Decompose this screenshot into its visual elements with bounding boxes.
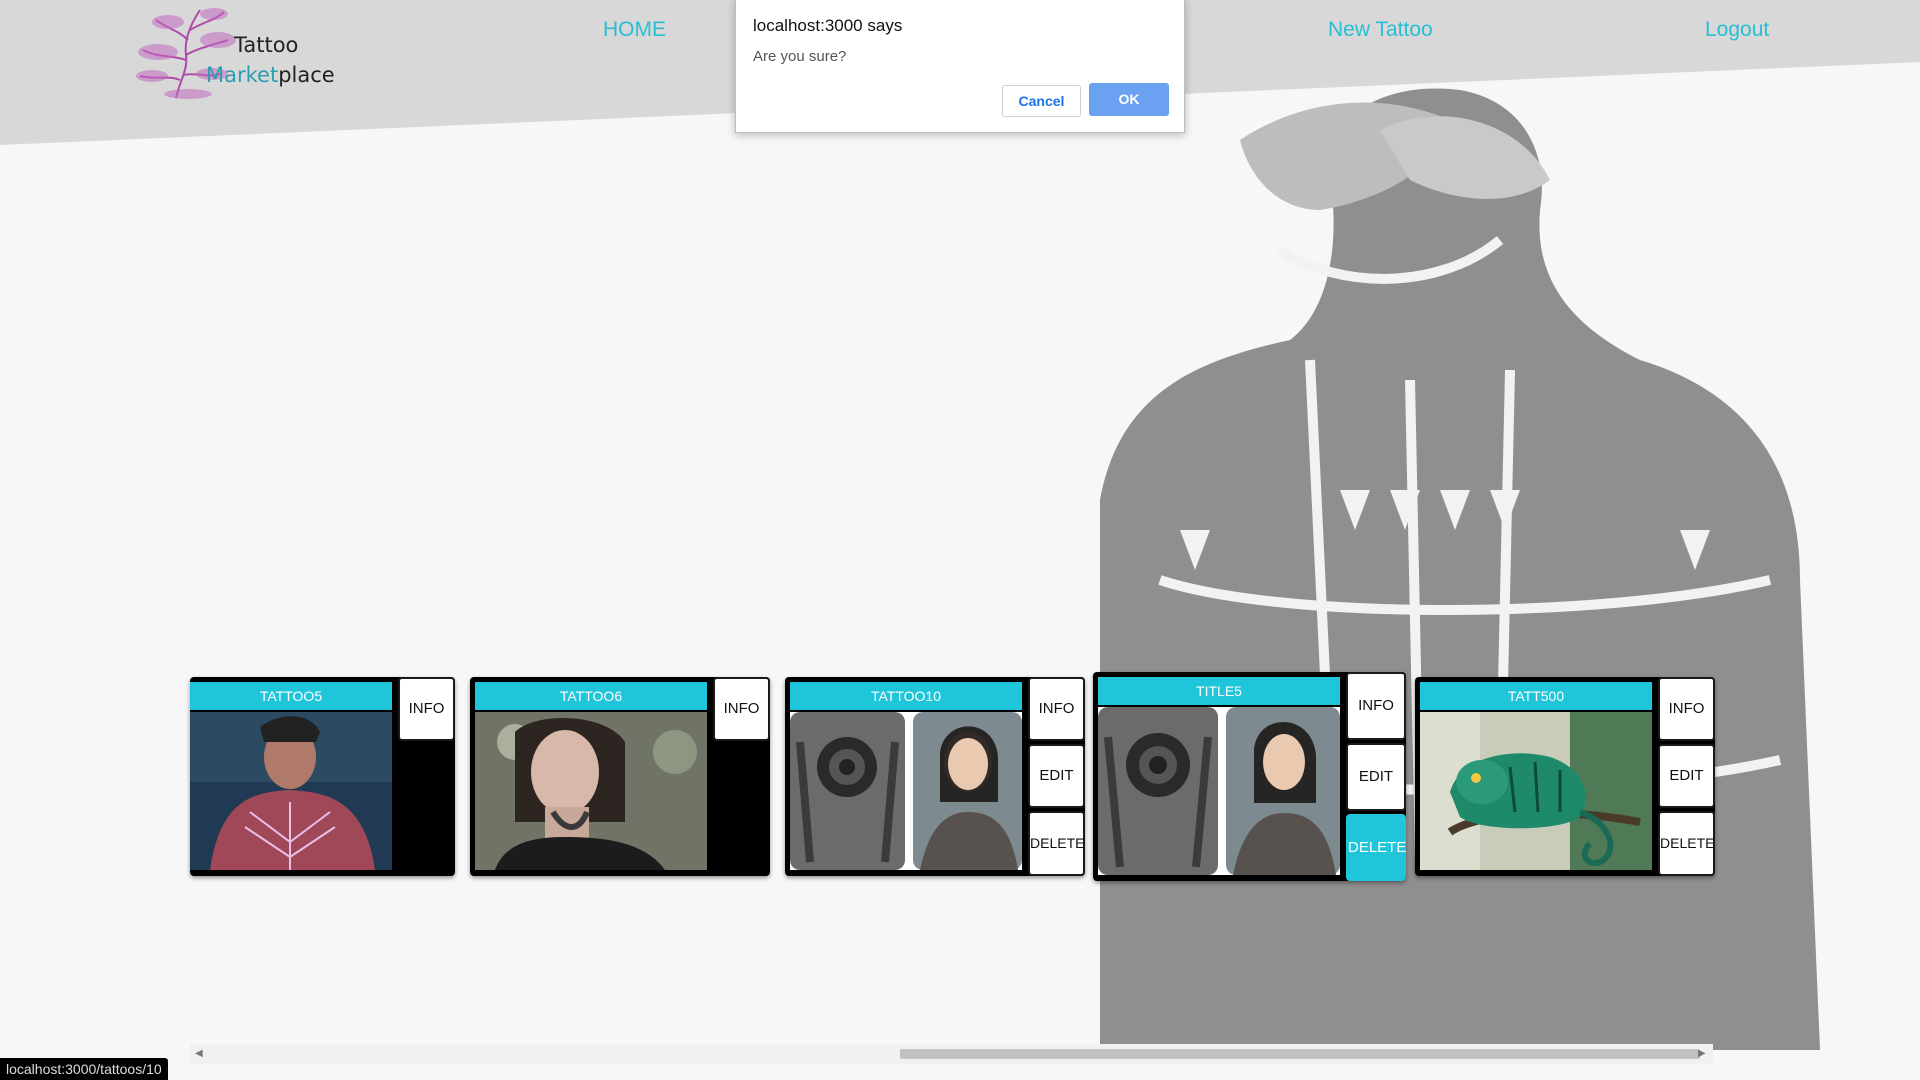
- background-tattoo-figure: [1100, 88, 1820, 1050]
- tattoo-image[interactable]: [1420, 712, 1652, 870]
- info-button[interactable]: INFO: [1658, 677, 1715, 741]
- tattoo-card: TATTOO5 INFO: [190, 677, 455, 876]
- confirm-dialog: localhost:3000 says Are you sure? Cancel…: [735, 0, 1185, 133]
- brand-line1: Tattoo: [234, 33, 299, 57]
- info-button[interactable]: INFO: [1346, 672, 1406, 740]
- delete-button[interactable]: DELETE: [1028, 811, 1085, 876]
- card-title: TATTOO6: [475, 682, 707, 710]
- info-button[interactable]: INFO: [1028, 677, 1085, 741]
- scroll-right-icon[interactable]: ▶: [1698, 1048, 1706, 1059]
- tattoo-image[interactable]: [190, 712, 392, 870]
- card-title: TITLE5: [1098, 677, 1340, 705]
- dialog-message: Are you sure?: [753, 48, 847, 65]
- brand-name[interactable]: Tattoo Marketplace: [206, 30, 335, 90]
- tattoo-image[interactable]: [790, 712, 1022, 870]
- edit-button[interactable]: EDIT: [1346, 743, 1406, 811]
- card-title: TATTOO5: [190, 682, 392, 710]
- brand-line2b: place: [278, 63, 335, 87]
- tattoo-card: TITLE5 INFO EDIT DELETE: [1093, 672, 1406, 881]
- tattoo-card: TATTOO6 INFO: [470, 677, 770, 876]
- cancel-button[interactable]: Cancel: [1002, 85, 1081, 117]
- horizontal-scrollbar[interactable]: ◀ ▶: [190, 1044, 1713, 1064]
- status-bar-url: localhost:3000/tattoos/10: [0, 1058, 168, 1080]
- delete-button[interactable]: DELETE: [1346, 814, 1406, 881]
- tattoo-image[interactable]: [475, 712, 707, 870]
- edit-button[interactable]: EDIT: [1658, 744, 1715, 808]
- scrollbar-thumb[interactable]: [900, 1049, 1700, 1059]
- nav-logout-link[interactable]: Logout: [1705, 18, 1769, 42]
- tattoo-card: TATTOO10 INFO EDIT DELETE: [785, 677, 1085, 876]
- nav-new-tattoo-link[interactable]: New Tattoo: [1328, 18, 1433, 42]
- nav-home-link[interactable]: HOME: [603, 18, 666, 42]
- tattoo-card: TATT500 INFO EDIT DELETE: [1415, 677, 1715, 876]
- scroll-left-icon[interactable]: ◀: [195, 1048, 203, 1059]
- card-title: TATTOO10: [790, 682, 1022, 710]
- card-title: TATT500: [1420, 682, 1652, 710]
- tattoo-image[interactable]: [1098, 707, 1340, 875]
- dialog-title: localhost:3000 says: [753, 16, 903, 35]
- delete-button[interactable]: DELETE: [1658, 811, 1715, 876]
- info-button[interactable]: INFO: [713, 677, 770, 741]
- info-button[interactable]: INFO: [398, 677, 455, 741]
- brand-line2a: Market: [206, 63, 279, 87]
- edit-button[interactable]: EDIT: [1028, 744, 1085, 808]
- ok-button[interactable]: OK: [1089, 83, 1169, 116]
